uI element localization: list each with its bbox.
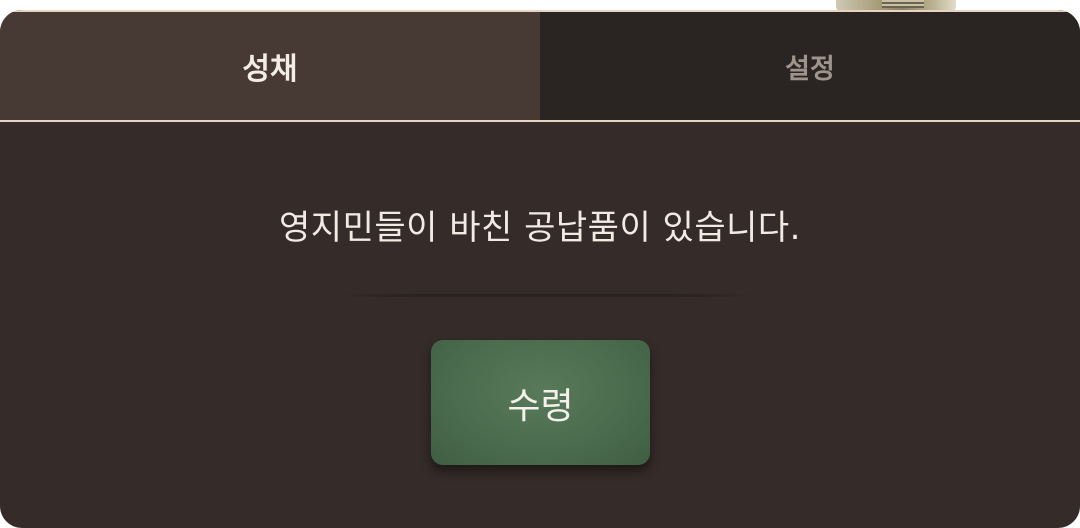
tab-castle[interactable]: 성채 bbox=[0, 10, 540, 120]
divider bbox=[335, 294, 755, 297]
tribute-message: 영지민들이 바친 공납품이 있습니다. bbox=[279, 208, 801, 248]
tab-settings[interactable]: 설정 bbox=[540, 10, 1080, 120]
claim-button[interactable]: 수령 bbox=[431, 340, 650, 465]
tribute-panel: 성채 설정 영지민들이 바친 공납품이 있습니다. 수령 bbox=[0, 10, 1080, 528]
tab-bar: 성채 설정 bbox=[0, 10, 1080, 122]
